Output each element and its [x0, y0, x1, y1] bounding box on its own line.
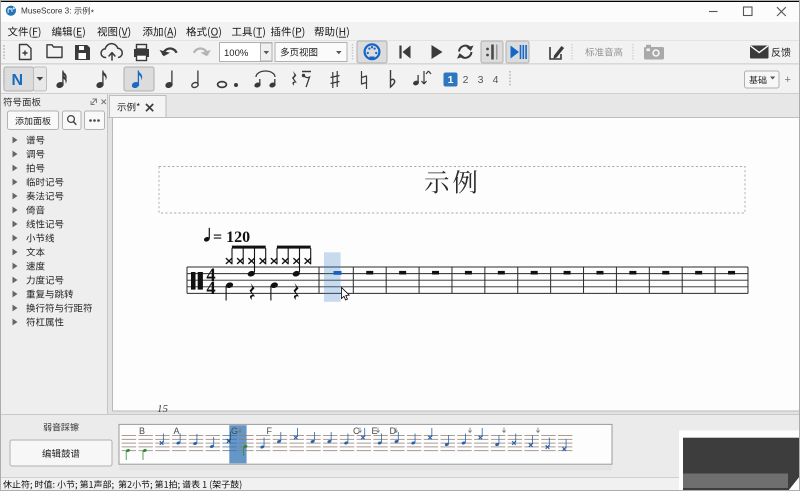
svg-text:3: 3 [478, 74, 484, 86]
svg-text:B: B [139, 426, 145, 436]
svg-text:15: 15 [157, 403, 169, 415]
svg-text:D: D [390, 426, 397, 436]
svg-text:G: G [231, 426, 238, 436]
svg-text:= 120: = 120 [213, 229, 250, 246]
svg-text:N: N [12, 72, 24, 89]
svg-text:MuseScore 3:: MuseScore 3: [21, 7, 72, 16]
svg-text:2: 2 [463, 74, 469, 86]
svg-text:1: 1 [448, 74, 454, 86]
svg-text:F: F [267, 426, 273, 436]
svg-text:+: + [785, 74, 791, 86]
svg-text:4: 4 [206, 279, 215, 299]
svg-text:100%: 100% [224, 48, 249, 59]
svg-text:A: A [174, 426, 180, 436]
svg-text:4: 4 [493, 74, 499, 86]
